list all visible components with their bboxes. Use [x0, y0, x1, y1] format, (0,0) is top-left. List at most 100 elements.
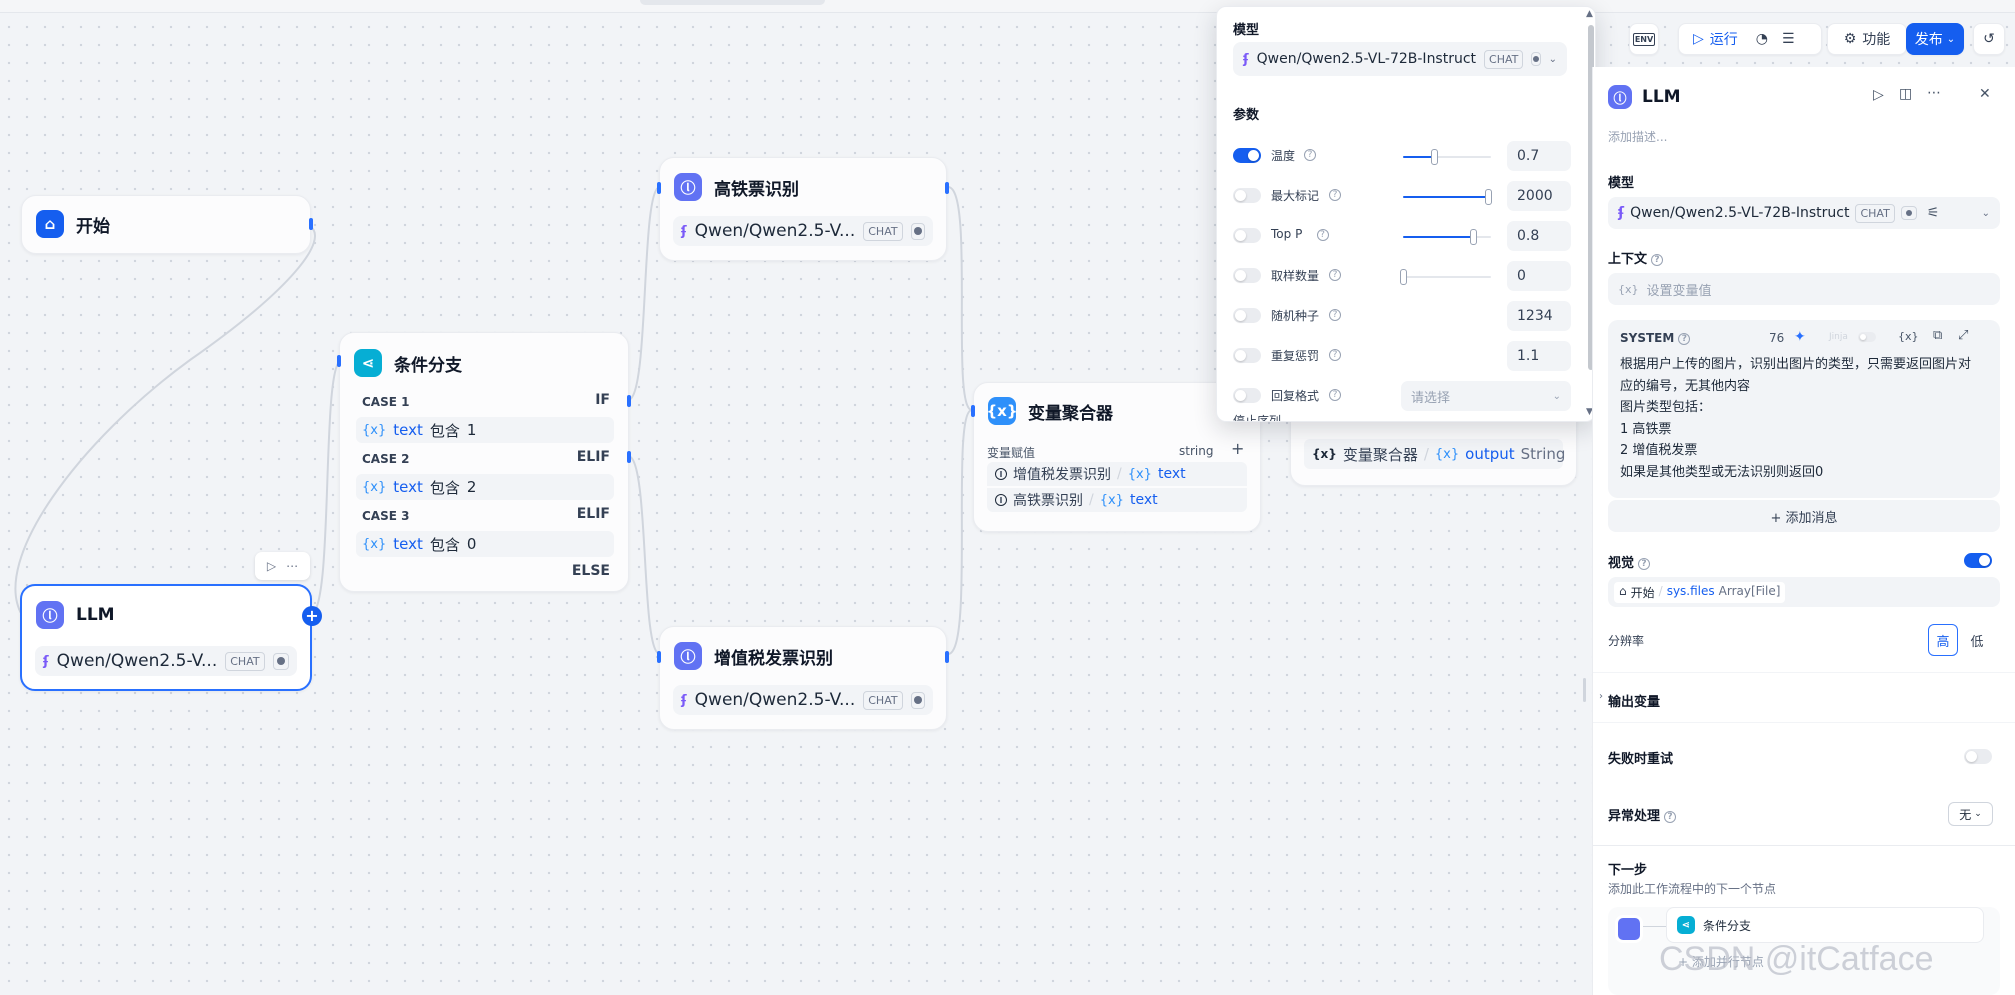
variable-icon: {x}	[1099, 492, 1124, 508]
insert-variable-icon[interactable]: {x}	[1898, 330, 1919, 343]
param-value-input[interactable]: 1.1	[1507, 341, 1571, 371]
error-handling-label: 异常处理?	[1608, 805, 1677, 824]
add-node-button[interactable]: +	[302, 606, 322, 626]
output-handle[interactable]	[945, 182, 949, 194]
panel-model-select[interactable]: ʄ Qwen/Qwen2.5-VL-72B-Instruct CHAT ⚟ ⌄	[1608, 197, 2000, 229]
vision-var-chip: ⌂ 开始 / sys.files Array[File]	[1614, 581, 1786, 603]
param-value-input[interactable]: 0	[1507, 261, 1571, 291]
param-toggle[interactable]	[1233, 268, 1261, 283]
jinja-toggle[interactable]	[1858, 332, 1876, 342]
vision-variable[interactable]: ⌂ 开始 / sys.files Array[File]	[1608, 577, 2000, 607]
more-icon[interactable]: ⋯	[286, 559, 298, 573]
input-handle[interactable]	[657, 651, 661, 663]
run-step-icon[interactable]: ▷	[1873, 87, 1884, 103]
param-value-input[interactable]: 0.7	[1507, 141, 1571, 171]
aggregator-var-row: l 增值税发票识别 / {x} text	[987, 462, 1247, 486]
version-history-button[interactable]: ↺	[1973, 23, 2005, 55]
add-message-button[interactable]: + 添加消息	[1608, 500, 2000, 532]
expand-icon[interactable]: ⤢	[1958, 328, 1968, 343]
param-toggle[interactable]	[1233, 308, 1261, 323]
param-value-input[interactable]: 2000	[1507, 181, 1571, 211]
chevron-right-icon[interactable]: ›	[1599, 691, 1603, 702]
context-label-text: 上下文	[1608, 252, 1648, 267]
help-doc-icon[interactable]: ◫	[1899, 86, 1912, 102]
ifelse-node[interactable]: ⋖ 条件分支 CASE 1 IF {x} text 包含 1 CASE 2 EL…	[337, 332, 631, 592]
vat-invoice-node[interactable]: ⓛ 增值税发票识别 ʄ Qwen/Qwen2.5-V... CHAT	[657, 626, 949, 730]
param-toggle[interactable]	[1233, 348, 1261, 363]
system-prompt-box[interactable]: SYSTEM? 76 ✦ Jinja {x} ⧉ ⤢ 根据用户上传的图片，识别出…	[1608, 320, 2000, 498]
sparkle-icon[interactable]: ✦	[1794, 329, 1806, 345]
llm-icon: ⓛ	[36, 601, 64, 629]
case-label: CASE 2	[362, 452, 410, 466]
case-condition[interactable]: {x} text 包含 2	[356, 474, 614, 500]
llm-node-title: LLM	[76, 605, 115, 625]
rail-ticket-node[interactable]: ⓛ 高铁票识别 ʄ Qwen/Qwen2.5-V... CHAT	[657, 157, 949, 261]
copy-icon[interactable]: ⧉	[1933, 328, 1942, 343]
param-row: Top P? 0.8	[1217, 221, 1587, 251]
run-button[interactable]: ▷ 运行	[1679, 29, 1748, 49]
slider-thumb[interactable]	[1485, 189, 1493, 205]
model-provider-icon: ʄ	[1243, 51, 1249, 67]
source-node: 高铁票识别	[1013, 493, 1083, 509]
resolution-high[interactable]: 高	[1928, 624, 1958, 656]
description-input[interactable]: 添加描述...	[1608, 128, 1667, 145]
checklist-icon[interactable]: ☰	[1776, 31, 1801, 47]
condition-var: text	[393, 421, 423, 439]
system-prompt-text[interactable]: 根据用户上传的图片，识别出图片的类型，只需要返回图片对 应的编号，无其他内容 图…	[1620, 354, 1990, 483]
start-node[interactable]: ⌂ 开始	[21, 195, 313, 254]
context-placeholder: 设置变量值	[1646, 283, 1712, 299]
context-input[interactable]: {x} 设置变量值	[1608, 273, 2000, 305]
param-toggle[interactable]	[1233, 228, 1261, 243]
retry-toggle[interactable]	[1964, 749, 1992, 764]
param-value-input[interactable]: 0.8	[1507, 221, 1571, 251]
param-value-input[interactable]: 1234	[1507, 301, 1571, 331]
slider-thumb[interactable]	[1430, 149, 1438, 165]
next-node-item[interactable]: ⋖ 条件分支	[1666, 907, 1984, 943]
vision-toggle[interactable]	[1964, 553, 1992, 568]
input-handle[interactable]	[337, 355, 341, 367]
run-node-icon[interactable]: ▷	[267, 559, 276, 573]
rail-model-chip: ʄ Qwen/Qwen2.5-V... CHAT	[673, 216, 933, 246]
param-select[interactable]: 请选择 ⌄	[1401, 381, 1571, 411]
param-toggle[interactable]	[1233, 148, 1261, 163]
history-run-icon[interactable]: ◔	[1748, 31, 1776, 47]
param-toggle[interactable]	[1233, 388, 1261, 403]
param-slider[interactable]	[1403, 189, 1493, 205]
param-slider[interactable]	[1400, 269, 1491, 285]
param-slider[interactable]	[1403, 149, 1491, 165]
start-output-handle[interactable]	[309, 218, 313, 230]
llm-node[interactable]: ⓛ LLM ʄ Qwen/Qwen2.5-V... CHAT +	[20, 584, 322, 691]
popover-model-select[interactable]: ʄ Qwen/Qwen2.5-VL-72B-Instruct CHAT ⌄	[1233, 42, 1567, 76]
output-handle[interactable]	[945, 651, 949, 663]
features-button[interactable]: ⚙ 功能	[1827, 23, 1907, 55]
aggregator-sub-label: 变量赋值	[987, 446, 1036, 460]
param-toggle[interactable]	[1233, 188, 1261, 203]
error-handling-select[interactable]: 无 ⌄	[1948, 802, 1993, 826]
close-icon[interactable]: ✕	[1979, 86, 1991, 102]
panel-resize-handle[interactable]	[1583, 678, 1586, 702]
panel-model-name: Qwen/Qwen2.5-VL-72B-Instruct	[1630, 205, 1850, 221]
input-handle[interactable]	[657, 182, 661, 194]
system-label: SYSTEM?	[1620, 331, 1691, 345]
start-node-title: 开始	[76, 216, 110, 237]
panel-title[interactable]: LLM	[1642, 87, 1681, 107]
slider-thumb[interactable]	[1400, 269, 1407, 285]
case-condition[interactable]: {x} text 包含 0	[356, 531, 614, 557]
help-icon: ?	[1329, 189, 1341, 201]
case2-handle[interactable]	[627, 451, 631, 463]
case1-handle[interactable]	[627, 395, 631, 407]
slider-thumb[interactable]	[1470, 229, 1478, 245]
publish-button[interactable]: 发布 ⌄	[1906, 23, 1964, 55]
scroll-up-icon[interactable]: ▲	[1586, 9, 1593, 19]
llm-icon	[1615, 915, 1643, 943]
add-icon[interactable]: +	[1231, 439, 1244, 458]
settings-sliders-icon[interactable]: ⚟	[1927, 205, 1940, 221]
resolution-low[interactable]: 低	[1962, 624, 1992, 656]
case-condition[interactable]: {x} text 包含 1	[356, 417, 614, 443]
param-slider[interactable]	[1403, 229, 1491, 245]
env-button[interactable]: ENV	[1629, 23, 1659, 55]
output-vars-toggle[interactable]: 输出变量	[1608, 691, 1660, 710]
input-handle[interactable]	[971, 405, 975, 417]
help-icon: ?	[1678, 332, 1691, 345]
more-icon[interactable]: ⋯	[1927, 85, 1941, 101]
